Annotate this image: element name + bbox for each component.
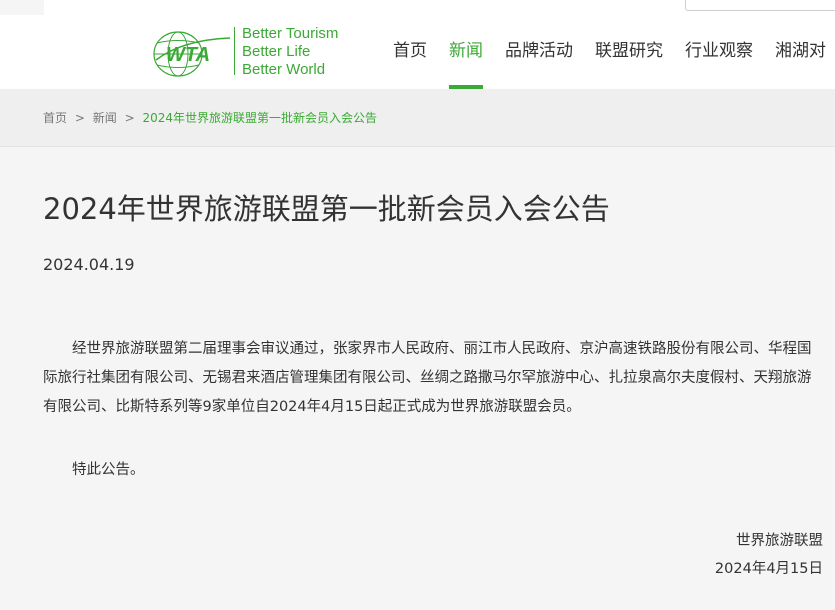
article-signature: 世界旅游联盟 xyxy=(736,533,823,549)
article-paragraph: 特此公告。 xyxy=(72,462,145,478)
nav-item-industry-insights[interactable]: 行业观察 xyxy=(685,15,753,89)
article-paragraph: 经世界旅游联盟第二届理事会审议通过，张家界市人民政府、丽江市人民政府、京沪高速铁… xyxy=(43,341,812,415)
nav-item-alliance-research[interactable]: 联盟研究 xyxy=(595,15,663,89)
nav-item-home[interactable]: 首页 xyxy=(393,15,427,89)
main-nav: 首页 新闻 品牌活动 联盟研究 行业观察 湘湖对 xyxy=(393,15,835,89)
breadcrumb: 首页 > 新闻 > 2024年世界旅游联盟第一批新会员入会公告 xyxy=(43,109,377,126)
site-header: WTA Better Tourism Better Life Better Wo… xyxy=(0,15,835,89)
top-utility-bar xyxy=(0,0,835,15)
breadcrumb-bar: 首页 > 新闻 > 2024年世界旅游联盟第一批新会员入会公告 xyxy=(0,89,835,147)
top-search-box[interactable] xyxy=(685,0,835,11)
breadcrumb-news-link[interactable]: 新闻 xyxy=(93,111,117,125)
breadcrumb-separator: > xyxy=(124,111,135,125)
logo-mark-text: WTA xyxy=(166,44,210,66)
breadcrumb-home-link[interactable]: 首页 xyxy=(43,111,67,125)
breadcrumb-current: 2024年世界旅游联盟第一批新会员入会公告 xyxy=(142,111,378,125)
tagline-line-1: Better Tourism xyxy=(242,25,339,42)
logo-divider xyxy=(234,27,235,75)
nav-item-brand-events[interactable]: 品牌活动 xyxy=(505,15,573,89)
breadcrumb-separator: > xyxy=(74,111,85,125)
tagline-line-3: Better World xyxy=(242,61,326,78)
wta-logo[interactable]: WTA Better Tourism Better Life Better Wo… xyxy=(152,25,352,83)
article-signature-date: 2024年4月15日 xyxy=(714,561,823,577)
logo-tagline: Better Tourism Better Life Better World xyxy=(242,25,338,79)
wta-globe-logo-icon: WTA xyxy=(153,31,231,77)
article-title: 2024年世界旅游联盟第一批新会员入会公告 xyxy=(43,192,610,226)
tagline-line-2: Better Life xyxy=(242,43,311,60)
nav-item-news[interactable]: 新闻 xyxy=(449,15,483,89)
nav-item-xianghu-dialogue[interactable]: 湘湖对 xyxy=(775,15,826,89)
article-date: 2024.04.19 xyxy=(43,255,135,274)
